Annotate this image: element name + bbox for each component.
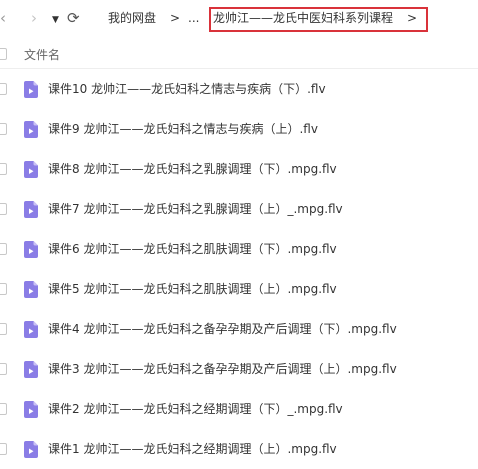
file-row[interactable]: 课件6 龙帅江——龙氏妇科之肌肤调理（下）.mpg.flv xyxy=(0,229,478,269)
file-name[interactable]: 课件4 龙帅江——龙氏妇科之备孕孕期及产后调理（下）.mpg.flv xyxy=(48,321,397,337)
toolbar: ‹ › ▼ ⟳ 我的网盘 > ... 龙帅江——龙氏中医妇科系列课程 > xyxy=(0,0,478,36)
file-checkbox[interactable] xyxy=(0,363,7,375)
file-checkbox[interactable] xyxy=(0,123,7,135)
breadcrumb-root[interactable]: 我的网盘 xyxy=(108,10,156,26)
file-list-header: 文件名 xyxy=(0,40,478,69)
file-checkbox[interactable] xyxy=(0,163,7,175)
breadcrumb-trailing-separator[interactable]: > xyxy=(407,10,417,26)
history-dropdown-icon[interactable]: ▼ xyxy=(52,11,59,29)
breadcrumb-separator: > xyxy=(170,11,181,25)
file-row[interactable]: 课件4 龙帅江——龙氏妇科之备孕孕期及产后调理（下）.mpg.flv xyxy=(0,309,478,349)
video-file-icon xyxy=(24,241,38,258)
file-name[interactable]: 课件5 龙帅江——龙氏妇科之肌肤调理（上）.mpg.flv xyxy=(48,281,337,297)
file-checkbox[interactable] xyxy=(0,283,7,295)
forward-arrow-icon[interactable]: › xyxy=(31,9,37,27)
file-name[interactable]: 课件3 龙帅江——龙氏妇科之备孕孕期及产后调理（上）.mpg.flv xyxy=(48,361,397,377)
video-file-icon xyxy=(24,361,38,378)
file-row[interactable]: 课件5 龙帅江——龙氏妇科之肌肤调理（上）.mpg.flv xyxy=(0,269,478,309)
file-name[interactable]: 课件9 龙帅江——龙氏妇科之情志与疾病（上）.flv xyxy=(48,121,318,137)
video-file-icon xyxy=(24,401,38,418)
file-name[interactable]: 课件8 龙帅江——龙氏妇科之乳腺调理（下）.mpg.flv xyxy=(48,161,337,177)
file-checkbox[interactable] xyxy=(0,443,7,455)
file-checkbox[interactable] xyxy=(0,83,7,95)
file-name[interactable]: 课件2 龙帅江——龙氏妇科之经期调理（下）_.mpg.flv xyxy=(48,401,343,417)
file-row[interactable]: 课件3 龙帅江——龙氏妇科之备孕孕期及产后调理（上）.mpg.flv xyxy=(0,349,478,389)
file-name[interactable]: 课件6 龙帅江——龙氏妇科之肌肤调理（下）.mpg.flv xyxy=(48,241,337,257)
file-checkbox[interactable] xyxy=(0,323,7,335)
file-row[interactable]: 课件7 龙帅江——龙氏妇科之乳腺调理（上）_.mpg.flv xyxy=(0,189,478,229)
breadcrumb-current-folder[interactable]: 龙帅江——龙氏中医妇科系列课程 xyxy=(213,10,393,26)
file-row[interactable]: 课件10 龙帅江——龙氏妇科之情志与疾病（下）.flv xyxy=(0,69,478,109)
video-file-icon xyxy=(24,321,38,338)
file-name[interactable]: 课件1 龙帅江——龙氏妇科之经期调理（上）.mpg.flv xyxy=(48,441,337,457)
video-file-icon xyxy=(24,201,38,218)
file-row[interactable]: 课件8 龙帅江——龙氏妇科之乳腺调理（下）.mpg.flv xyxy=(0,149,478,189)
file-row[interactable]: 课件2 龙帅江——龙氏妇科之经期调理（下）_.mpg.flv xyxy=(0,389,478,429)
file-list: 课件10 龙帅江——龙氏妇科之情志与疾病（下）.flv 课件9 龙帅江——龙氏妇… xyxy=(0,69,478,469)
breadcrumb-ellipsis[interactable]: ... xyxy=(188,10,199,26)
file-row[interactable]: 课件1 龙帅江——龙氏妇科之经期调理（上）.mpg.flv xyxy=(0,429,478,469)
file-checkbox[interactable] xyxy=(0,243,7,255)
column-header-filename[interactable]: 文件名 xyxy=(24,46,60,63)
video-file-icon xyxy=(24,121,38,138)
file-row[interactable]: 课件9 龙帅江——龙氏妇科之情志与疾病（上）.flv xyxy=(0,109,478,149)
file-name[interactable]: 课件10 龙帅江——龙氏妇科之情志与疾病（下）.flv xyxy=(48,81,326,97)
video-file-icon xyxy=(24,281,38,298)
refresh-icon[interactable]: ⟳ xyxy=(67,9,80,27)
file-checkbox[interactable] xyxy=(0,203,7,215)
back-arrow-icon[interactable]: ‹ xyxy=(0,9,6,27)
video-file-icon xyxy=(24,81,38,98)
file-name[interactable]: 课件7 龙帅江——龙氏妇科之乳腺调理（上）_.mpg.flv xyxy=(48,201,343,217)
file-checkbox[interactable] xyxy=(0,403,7,415)
select-all-checkbox[interactable] xyxy=(0,48,7,60)
video-file-icon xyxy=(24,441,38,458)
video-file-icon xyxy=(24,161,38,178)
